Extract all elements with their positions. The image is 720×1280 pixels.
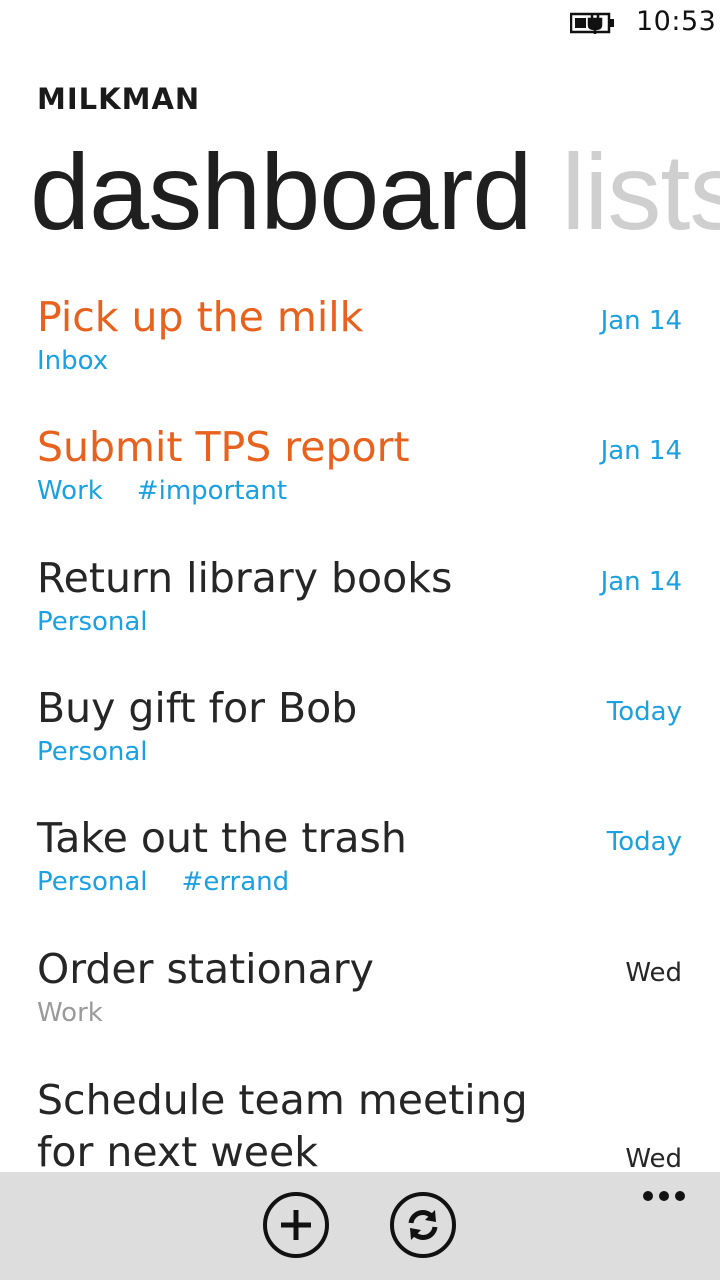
battery-charging-icon — [570, 12, 614, 34]
task-list-tag: Work — [37, 476, 103, 506]
task-title: Pick up the milk — [37, 293, 364, 341]
task-item[interactable]: Pick up the milk Jan 14 Inbox — [0, 292, 720, 412]
more-menu-button[interactable] — [642, 1188, 686, 1202]
task-due-date: Wed — [625, 958, 682, 988]
task-tags: Work — [37, 998, 137, 1028]
task-tags: Personal #errand — [37, 867, 323, 897]
task-title: Schedule team meeting for next week — [37, 1076, 528, 1172]
task-hashtag: #important — [136, 476, 288, 506]
task-tags: Work #important — [37, 476, 321, 506]
task-title: Buy gift for Bob — [37, 684, 358, 732]
add-icon — [281, 1210, 311, 1240]
status-time: 10:53 — [636, 6, 717, 37]
task-tags: Personal — [37, 737, 182, 767]
pivot-item-lists[interactable]: lists — [561, 131, 720, 252]
task-item[interactable]: Order stationary Wed Work — [0, 944, 720, 1064]
task-due-date: Jan 14 — [600, 567, 682, 597]
task-list-tag: Personal — [37, 867, 148, 897]
task-title: Order stationary — [37, 945, 374, 993]
add-button[interactable] — [263, 1192, 329, 1258]
task-due-date: Wed — [625, 1144, 682, 1172]
task-title: Submit TPS report — [37, 423, 410, 471]
pivot-header: dashboard lists — [30, 128, 720, 256]
task-list-tag: Personal — [37, 737, 148, 767]
task-item[interactable]: Buy gift for Bob Today Personal — [0, 683, 720, 803]
task-item[interactable]: Submit TPS report Jan 14 Work #important — [0, 422, 720, 542]
task-title: Take out the trash — [37, 814, 407, 862]
more-dots-icon — [643, 1191, 685, 1201]
task-list-tag: Inbox — [37, 346, 109, 376]
task-item[interactable]: Schedule team meeting for next week Wed — [0, 1074, 720, 1172]
task-list-tag: Personal — [37, 607, 148, 637]
task-item[interactable]: Take out the trash Today Personal #errand — [0, 813, 720, 933]
task-due-date: Jan 14 — [600, 436, 682, 466]
task-due-date: Today — [606, 827, 682, 857]
app-bar — [0, 1172, 720, 1280]
task-list-tag: Work — [37, 998, 103, 1028]
sync-icon — [408, 1210, 438, 1240]
pivot-item-dashboard[interactable]: dashboard — [30, 131, 532, 252]
task-title: Return library books — [37, 554, 453, 602]
task-due-date: Today — [606, 697, 682, 727]
task-due-date: Jan 14 — [600, 306, 682, 336]
app-title: MILKMAN — [37, 82, 201, 116]
task-tags: Inbox — [37, 346, 142, 376]
sync-button[interactable] — [390, 1192, 456, 1258]
task-hashtag: #errand — [181, 867, 290, 897]
task-item[interactable]: Return library books Jan 14 Personal — [0, 553, 720, 673]
status-bar: 10:53 — [0, 0, 720, 46]
task-tags: Personal — [37, 607, 182, 637]
